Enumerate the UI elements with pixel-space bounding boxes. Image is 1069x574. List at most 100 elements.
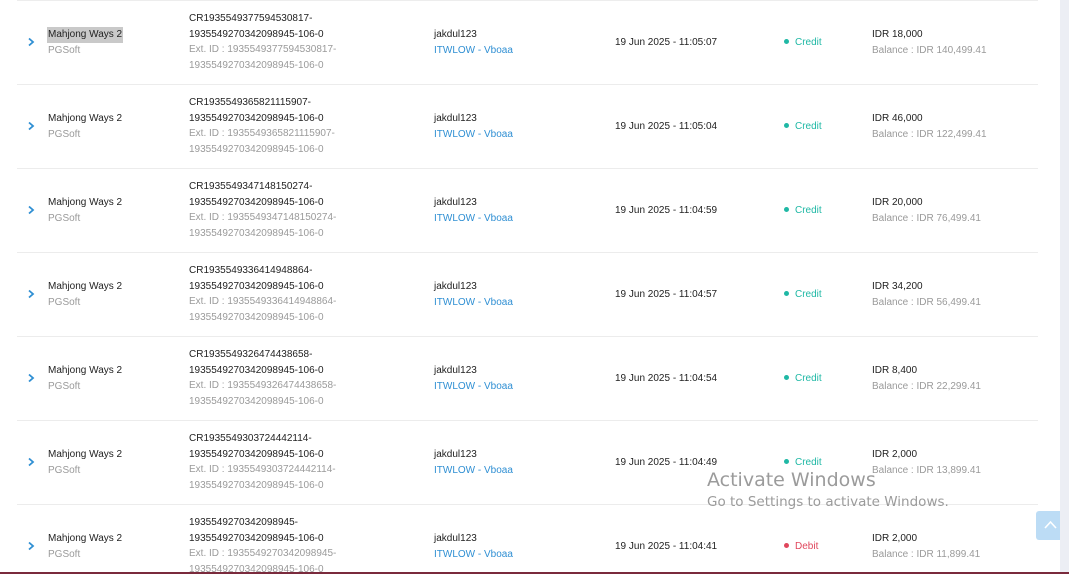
- transaction-id-line2: 1935549270342098945-106-0: [189, 28, 324, 40]
- agent-link[interactable]: ITWLOW - Vboaa: [434, 43, 513, 59]
- transaction-id-cell: CR1935549377594530817- 19355492703420989…: [189, 11, 336, 73]
- external-id-line1: Ext. ID : 1935549377594530817-: [189, 44, 337, 56]
- chevron-right-icon[interactable]: [26, 37, 36, 47]
- status-dot-icon: [784, 374, 789, 380]
- transaction-type-badge: Debit: [784, 539, 818, 555]
- external-id-line2: 1935549270342098945-106-0: [189, 311, 324, 323]
- external-id-line2: 1935549270342098945-106-0: [189, 59, 324, 71]
- transaction-type-badge: Credit: [784, 119, 822, 135]
- user-cell: jakdul123 ITWLOW - Vboaa: [434, 111, 513, 142]
- agent-link[interactable]: ITWLOW - Vboaa: [434, 127, 513, 143]
- transaction-id-line1: CR1935549365821115907-: [189, 97, 311, 108]
- amount-value: IDR 20,000: [872, 197, 923, 208]
- transaction-id-cell: CR1935549326474438658- 19355492703420989…: [189, 347, 336, 409]
- transaction-type-label: Debit: [795, 541, 819, 552]
- chevron-right-icon[interactable]: [26, 457, 36, 467]
- game-name: Mahjong Ways 2: [48, 533, 123, 544]
- balance-value: Balance : IDR 22,299.41: [872, 380, 981, 392]
- transaction-id-cell: CR1935549303724442114- 19355492703420989…: [189, 431, 336, 493]
- transaction-type-badge: Credit: [784, 371, 822, 387]
- game-provider: PGSoft: [48, 212, 81, 224]
- agent-link[interactable]: ITWLOW - Vboaa: [434, 547, 513, 563]
- game-name: Mahjong Ways 2: [48, 197, 123, 208]
- user-cell: jakdul123 ITWLOW - Vboaa: [434, 531, 513, 562]
- game-name: Mahjong Ways 2: [47, 27, 124, 43]
- chevron-right-icon[interactable]: [26, 121, 36, 131]
- transaction-id-line1: 1935549270342098945-: [189, 517, 298, 528]
- transaction-id-line1: CR1935549377594530817-: [189, 13, 313, 24]
- game-cell: Mahjong Ways 2 PGSoft: [48, 279, 122, 310]
- external-id-line2: 1935549270342098945-106-0: [189, 143, 324, 155]
- game-name: Mahjong Ways 2: [48, 449, 123, 460]
- game-name: Mahjong Ways 2: [48, 281, 123, 292]
- table-row[interactable]: Mahjong Ways 2 PGSoft CR1935549326474438…: [17, 336, 1038, 420]
- username: jakdul123: [434, 533, 477, 544]
- amount-cell: IDR 20,000 Balance : IDR 76,499.41: [872, 195, 981, 226]
- game-provider: PGSoft: [48, 380, 81, 392]
- balance-value: Balance : IDR 76,499.41: [872, 212, 981, 224]
- table-row[interactable]: Mahjong Ways 2 PGSoft CR1935549377594530…: [17, 0, 1038, 84]
- amount-cell: IDR 8,400 Balance : IDR 22,299.41: [872, 363, 981, 394]
- amount-value: IDR 2,000: [872, 533, 918, 544]
- transaction-type-label: Credit: [795, 373, 822, 384]
- user-cell: jakdul123 ITWLOW - Vboaa: [434, 27, 513, 58]
- status-dot-icon: [784, 122, 789, 128]
- timestamp: 19 Jun 2025 - 11:05:07: [615, 37, 718, 48]
- user-cell: jakdul123 ITWLOW - Vboaa: [434, 195, 513, 226]
- agent-link[interactable]: ITWLOW - Vboaa: [434, 463, 513, 479]
- chevron-right-icon[interactable]: [26, 373, 36, 383]
- transaction-id-line1: CR1935549336414948864-: [189, 265, 313, 276]
- table-row[interactable]: Mahjong Ways 2 PGSoft 193554927034209894…: [17, 504, 1038, 574]
- game-cell: Mahjong Ways 2 PGSoft: [48, 363, 122, 394]
- game-cell: Mahjong Ways 2 PGSoft: [48, 447, 122, 478]
- status-dot-icon: [784, 38, 789, 44]
- external-id-line1: Ext. ID : 1935549270342098945-: [189, 548, 337, 560]
- chevron-right-icon[interactable]: [26, 205, 36, 215]
- timestamp: 19 Jun 2025 - 11:04:41: [615, 541, 718, 552]
- timestamp: 19 Jun 2025 - 11:04:57: [615, 289, 718, 300]
- transaction-id-line2: 1935549270342098945-106-0: [189, 448, 324, 460]
- transaction-id-line1: CR1935549347148150274-: [189, 181, 313, 192]
- chevron-up-icon: [1044, 520, 1057, 529]
- agent-link[interactable]: ITWLOW - Vboaa: [434, 211, 513, 227]
- transaction-id-line2: 1935549270342098945-106-0: [189, 196, 324, 208]
- game-cell: Mahjong Ways 2 PGSoft: [47, 27, 124, 58]
- timestamp: 19 Jun 2025 - 11:04:54: [615, 373, 718, 384]
- game-provider: PGSoft: [48, 44, 81, 56]
- transaction-type-label: Credit: [795, 289, 822, 300]
- balance-value: Balance : IDR 11,899.41: [872, 548, 981, 560]
- table-row[interactable]: Mahjong Ways 2 PGSoft CR1935549347148150…: [17, 168, 1038, 252]
- transaction-id-line1: CR1935549303724442114-: [189, 433, 312, 444]
- username: jakdul123: [434, 113, 477, 124]
- page-scrollbar-track[interactable]: [1060, 0, 1069, 574]
- transaction-id-line2: 1935549270342098945-106-0: [189, 532, 324, 544]
- transaction-id-cell: 1935549270342098945- 1935549270342098945…: [189, 515, 336, 574]
- external-id-line1: Ext. ID : 1935549347148150274-: [189, 212, 337, 224]
- user-cell: jakdul123 ITWLOW - Vboaa: [434, 363, 513, 394]
- transaction-type-label: Credit: [795, 457, 822, 468]
- agent-link[interactable]: ITWLOW - Vboaa: [434, 295, 513, 311]
- status-dot-icon: [784, 290, 789, 296]
- username: jakdul123: [434, 29, 477, 40]
- user-cell: jakdul123 ITWLOW - Vboaa: [434, 447, 513, 478]
- transaction-id-cell: CR1935549336414948864- 19355492703420989…: [189, 263, 336, 325]
- chevron-right-icon[interactable]: [26, 541, 36, 551]
- amount-value: IDR 34,200: [872, 281, 923, 292]
- external-id-line1: Ext. ID : 1935549326474438658-: [189, 380, 337, 392]
- game-provider: PGSoft: [48, 464, 81, 476]
- timestamp: 19 Jun 2025 - 11:04:49: [615, 457, 718, 468]
- external-id-line2: 1935549270342098945-106-0: [189, 479, 324, 491]
- table-row[interactable]: Mahjong Ways 2 PGSoft CR1935549336414948…: [17, 252, 1038, 336]
- transaction-history-page: Mahjong Ways 2 PGSoft CR1935549377594530…: [0, 0, 1069, 574]
- transaction-id-line2: 1935549270342098945-106-0: [189, 280, 324, 292]
- game-cell: Mahjong Ways 2 PGSoft: [48, 195, 122, 226]
- external-id-line1: Ext. ID : 1935549303724442114-: [189, 464, 336, 476]
- game-cell: Mahjong Ways 2 PGSoft: [48, 531, 122, 562]
- table-row[interactable]: Mahjong Ways 2 PGSoft CR1935549365821115…: [17, 84, 1038, 168]
- balance-value: Balance : IDR 122,499.41: [872, 128, 987, 140]
- chevron-right-icon[interactable]: [26, 289, 36, 299]
- watermark-subtitle: Go to Settings to activate Windows.: [707, 494, 949, 510]
- status-dot-icon: [784, 458, 789, 464]
- amount-cell: IDR 34,200 Balance : IDR 56,499.41: [872, 279, 981, 310]
- agent-link[interactable]: ITWLOW - Vboaa: [434, 379, 513, 395]
